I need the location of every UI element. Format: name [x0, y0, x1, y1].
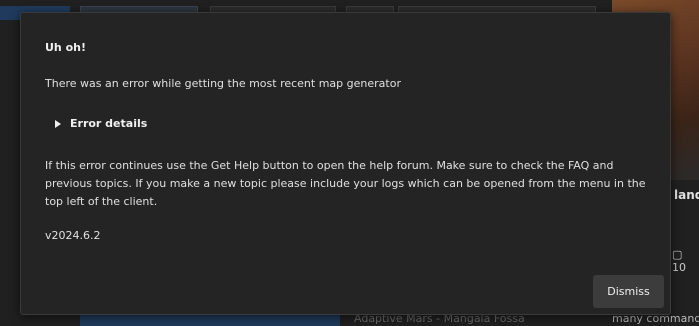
- background-player-count: ▢ 10: [672, 248, 699, 274]
- error-dialog: Uh oh! There was an error while getting …: [20, 12, 671, 315]
- error-details-label: Error details: [70, 117, 148, 130]
- help-text: If this error continues use the Get Help…: [45, 159, 646, 208]
- dialog-title: Uh oh!: [45, 41, 86, 54]
- player-icon: ▢: [672, 248, 683, 261]
- version-label: v2024.6.2: [45, 229, 101, 242]
- background-list-item: [80, 314, 340, 326]
- disclosure-triangle-icon: [55, 119, 61, 128]
- error-message: There was an error while getting the mos…: [45, 77, 401, 90]
- error-details-toggle[interactable]: Error details: [55, 117, 147, 130]
- background-map-label: land: [674, 188, 699, 202]
- dismiss-button[interactable]: Dismiss: [593, 275, 664, 308]
- player-count-value: 10: [672, 261, 686, 274]
